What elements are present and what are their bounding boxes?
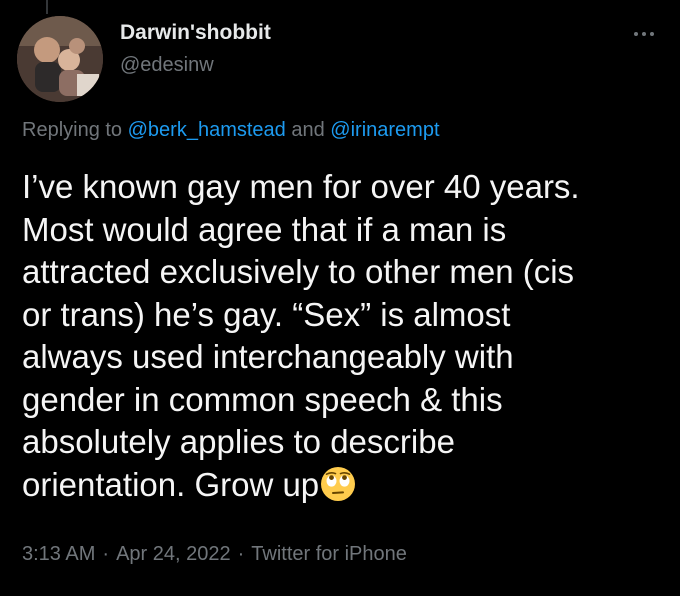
tweet-meta: 3:13 AM · Apr 24, 2022 · Twitter for iPhone [22, 542, 407, 566]
thread-connector-line [46, 0, 48, 14]
replying-conjunction: and [291, 119, 325, 141]
author-display-name[interactable]: Darwin'shobbit [120, 20, 271, 46]
more-dot [642, 32, 646, 36]
avatar[interactable] [17, 16, 103, 102]
tweet-text-line: attracted exclusively to other men (cis [22, 253, 575, 290]
tweet-text-line: or trans) he’s gay. “Sex” is almost [22, 295, 511, 333]
tweet-text-line: absolutely applies to describe [22, 423, 455, 460]
tweet-text-line: Most would agree that if a man is [22, 210, 507, 248]
tweet-text-line: always used interchangeably with [22, 338, 514, 375]
author-handle[interactable]: @edesinw [120, 53, 271, 77]
tweet-date[interactable]: Apr 24, 2022 [116, 543, 231, 565]
avatar-photo [17, 16, 103, 102]
tweet-text-line: orientation. Grow up [22, 465, 320, 503]
author-block: Darwin'shobbit @edesinw [120, 20, 271, 77]
mention-link-berk-hamstead[interactable]: @berk_hamstead [128, 119, 286, 141]
replying-prefix: Replying to [22, 119, 123, 141]
tweet-text-line: I’ve known gay men for over 40 years. [22, 168, 580, 205]
meta-separator: · [237, 543, 245, 565]
tweet-text-last-line: orientation. Grow up [22, 464, 662, 507]
replying-to-line: Replying to @berk_hamstead and @irinarem… [22, 117, 440, 143]
tweet-source[interactable]: Twitter for iPhone [251, 543, 407, 565]
tweet-text-line: gender in common speech & this [22, 380, 503, 418]
more-options-icon[interactable] [626, 22, 662, 46]
face-with-rolling-eyes-emoji [321, 466, 356, 501]
more-dot [634, 32, 638, 36]
meta-separator: · [102, 543, 110, 565]
tweet-text: I’ve known gay men for over 40 years. Mo… [22, 166, 662, 506]
tweet-card: Darwin'shobbit @edesinw Replying to @ber… [0, 0, 680, 596]
mention-link-irinarempt[interactable]: @irinarempt [330, 119, 439, 141]
tweet-time[interactable]: 3:13 AM [22, 543, 95, 565]
more-dot [650, 32, 654, 36]
